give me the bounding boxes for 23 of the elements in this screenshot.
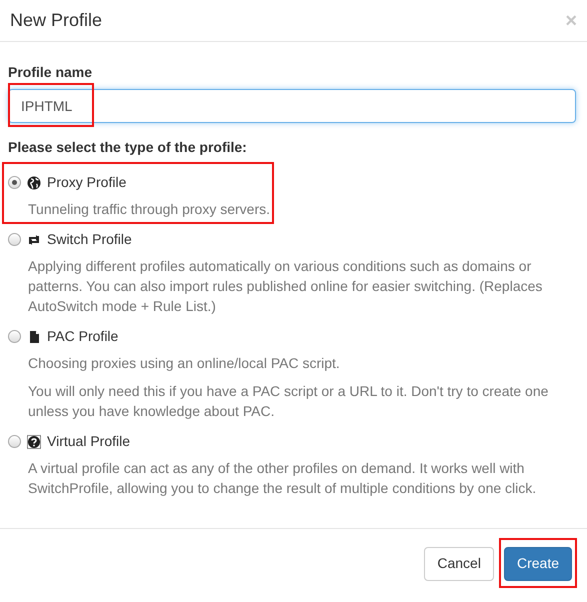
- option-description: Choosing proxies using an online/local PAC script.: [28, 354, 341, 373]
- option-description: Tunneling traffic through proxy servers.: [28, 200, 272, 219]
- option-description: You will only need this if you have a PAC script or a URL to it. Don't try to create one unless you have knowledge about PAC.: [28, 382, 550, 421]
- radio-button[interactable]: [8, 176, 21, 189]
- file-icon: [27, 330, 41, 344]
- field-label: Profile name: [8, 63, 94, 82]
- dialog-title: New Profile: [10, 9, 102, 32]
- create-button[interactable]: Create: [504, 546, 572, 580]
- radio-button[interactable]: [8, 330, 21, 343]
- profile-name-field[interactable]: IPHTML: [8, 89, 576, 123]
- radio-button[interactable]: [8, 233, 21, 246]
- section-label: Please select the type of the profile:: [8, 138, 248, 157]
- cancel-button[interactable]: Cancel: [424, 546, 494, 580]
- question-icon: [27, 434, 41, 448]
- globe-icon: [27, 176, 41, 190]
- option-label[interactable]: Virtual Profile: [47, 431, 130, 452]
- option-label[interactable]: PAC Profile: [47, 326, 118, 347]
- option-label[interactable]: Switch Profile: [47, 229, 132, 250]
- swap-arrows-icon: [27, 232, 41, 246]
- radio-button[interactable]: [8, 435, 21, 448]
- option-description: Applying different profiles automatically on various conditions such as domains or patterns. You can also import rules published online for easier switching. (Replaces AutoSwitch mode + Rule List.): [28, 257, 544, 316]
- option-label[interactable]: Proxy Profile: [47, 172, 126, 193]
- option-description: A virtual profile can act as any of the other profiles on demand. It works well with SwitchProfile, allowing you to change the result of multiple conditions by one click.: [28, 459, 538, 498]
